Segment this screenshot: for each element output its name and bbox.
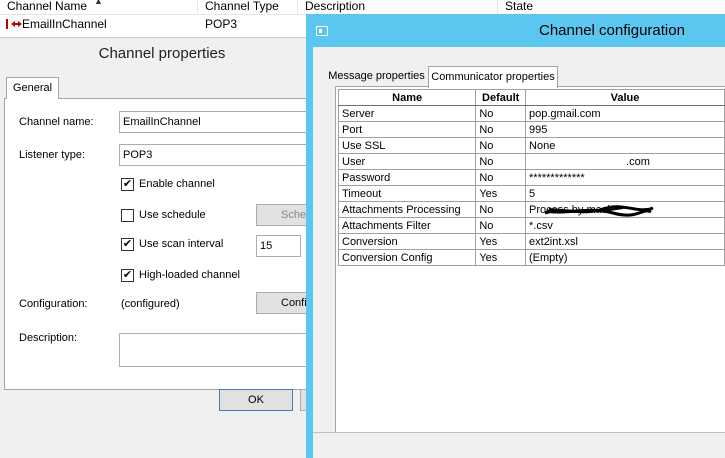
properties-grid: Name Default Value Server No pop.gmail.c… <box>337 89 725 266</box>
grid-cell-value[interactable]: None <box>525 137 725 154</box>
grid-cell-default: No <box>475 137 527 154</box>
grid-cell-value[interactable]: (Empty) <box>525 249 725 266</box>
channel-name-field[interactable]: EmailInChannel <box>119 111 311 133</box>
grid-row[interactable]: Attachments Processing No Process by mas… <box>337 201 725 218</box>
grid-cell-name: Password <box>337 169 477 186</box>
channel-properties-window: Channel properties General Channel name:… <box>0 37 311 458</box>
use-schedule-label: Use schedule <box>139 209 206 221</box>
grid-row[interactable]: Attachments Filter No *.csv <box>337 217 725 234</box>
grid-cell-value[interactable]: pop.gmail.com <box>525 105 725 122</box>
grid-cell-default: No <box>475 121 527 138</box>
grid-cell-default: Yes <box>475 249 527 266</box>
high-loaded-checkbox[interactable]: ✔ <box>121 269 134 282</box>
general-tab-panel: Channel name: EmailInChannel Listener ty… <box>4 98 311 390</box>
channel-configuration-body: Message properties Communicator properti… <box>313 47 725 458</box>
redaction-scribble <box>544 205 654 217</box>
status-separator <box>313 432 725 433</box>
grid-row[interactable]: Password No ************* <box>337 169 725 186</box>
channel-list-header: Channel Name ▲ Channel Type Description … <box>0 0 725 15</box>
tab-general[interactable]: General <box>6 77 59 99</box>
grid-cell-name: Conversion Config <box>337 249 477 266</box>
tab-communicator-properties[interactable]: Communicator properties <box>428 66 558 88</box>
grid-cell-value[interactable]: *.csv <box>525 217 725 234</box>
grid-cell-name: Attachments Processing <box>337 201 477 218</box>
description-label: Description: <box>19 332 78 344</box>
grid-cell-default: Yes <box>475 233 527 250</box>
grid-row[interactable]: Server No pop.gmail.com <box>337 105 725 122</box>
grid-row[interactable]: User No .com <box>337 153 725 170</box>
channel-name-cell: EmailInChannel <box>22 17 107 31</box>
channel-list-row[interactable]: EmailInChannel POP3 <box>0 15 310 33</box>
channel-name-label: Channel name: <box>19 116 94 128</box>
grid-cell-value[interactable]: ************* <box>525 169 725 186</box>
listener-type-field[interactable]: POP3 <box>119 144 311 166</box>
grid-header-default[interactable]: Default <box>475 89 527 106</box>
grid-cell-default: No <box>475 105 527 122</box>
grid-row[interactable]: Use SSL No None <box>337 137 725 154</box>
grid-cell-name: User <box>337 153 477 170</box>
grid-cell-value[interactable]: ext2int.xsl <box>525 233 725 250</box>
grid-cell-name: Use SSL <box>337 137 477 154</box>
grid-header-value[interactable]: Value <box>525 89 725 106</box>
grid-cell-name: Server <box>337 105 477 122</box>
enable-channel-label: Enable channel <box>139 178 215 190</box>
grid-cell-value[interactable]: .com <box>525 153 725 170</box>
description-field[interactable] <box>119 333 311 367</box>
column-header-description[interactable]: Description <box>298 0 498 15</box>
configure-button[interactable]: Config <box>256 292 311 314</box>
channel-configuration-title: Channel configuration <box>539 22 685 39</box>
enable-channel-checkbox[interactable]: ✔ <box>121 178 134 191</box>
channel-type-cell: POP3 <box>205 17 238 31</box>
grid-cell-value[interactable]: 5 <box>525 185 725 202</box>
channel-properties-title: Channel properties <box>0 38 310 70</box>
column-header-channel-type[interactable]: Channel Type <box>198 0 298 15</box>
channel-arrows-icon <box>6 19 22 29</box>
tab-message-properties[interactable]: Message properties <box>324 66 429 88</box>
configuration-value: (configured) <box>121 298 180 310</box>
grid-cell-name: Port <box>337 121 477 138</box>
grid-cell-default: No <box>475 201 527 218</box>
schedule-button[interactable]: Sche <box>256 204 311 226</box>
use-scan-interval-label: Use scan interval <box>139 238 224 250</box>
grid-row[interactable]: Conversion Config Yes (Empty) <box>337 249 725 266</box>
grid-cell-default: No <box>475 169 527 186</box>
listener-type-label: Listener type: <box>19 149 86 161</box>
column-header-state[interactable]: State <box>498 0 725 15</box>
channel-configuration-window: Channel configuration Message properties… <box>306 14 725 458</box>
grid-cell-name: Conversion <box>337 233 477 250</box>
grid-cell-default: No <box>475 217 527 234</box>
ok-button[interactable]: OK <box>219 389 293 411</box>
use-schedule-checkbox[interactable] <box>121 209 134 222</box>
grid-header-name[interactable]: Name <box>337 89 477 106</box>
grid-row[interactable]: Timeout Yes 5 <box>337 185 725 202</box>
grid-header-row: Name Default Value <box>337 89 725 106</box>
configuration-label: Configuration: <box>19 298 88 310</box>
grid-row[interactable]: Port No 995 <box>337 121 725 138</box>
scan-interval-field[interactable]: 15 <box>256 235 301 257</box>
grid-cell-default: Yes <box>475 185 527 202</box>
grid-cell-default: No <box>475 153 527 170</box>
grid-cell-name: Timeout <box>337 185 477 202</box>
use-scan-interval-checkbox[interactable]: ✔ <box>121 238 134 251</box>
grid-cell-name: Attachments Filter <box>337 217 477 234</box>
window-icon <box>316 26 328 36</box>
high-loaded-label: High-loaded channel <box>139 269 240 281</box>
communicator-properties-panel: Name Default Value Server No pop.gmail.c… <box>335 86 725 432</box>
sort-ascending-icon: ▲ <box>94 0 103 6</box>
grid-cell-value[interactable]: 995 <box>525 121 725 138</box>
grid-row[interactable]: Conversion Yes ext2int.xsl <box>337 233 725 250</box>
